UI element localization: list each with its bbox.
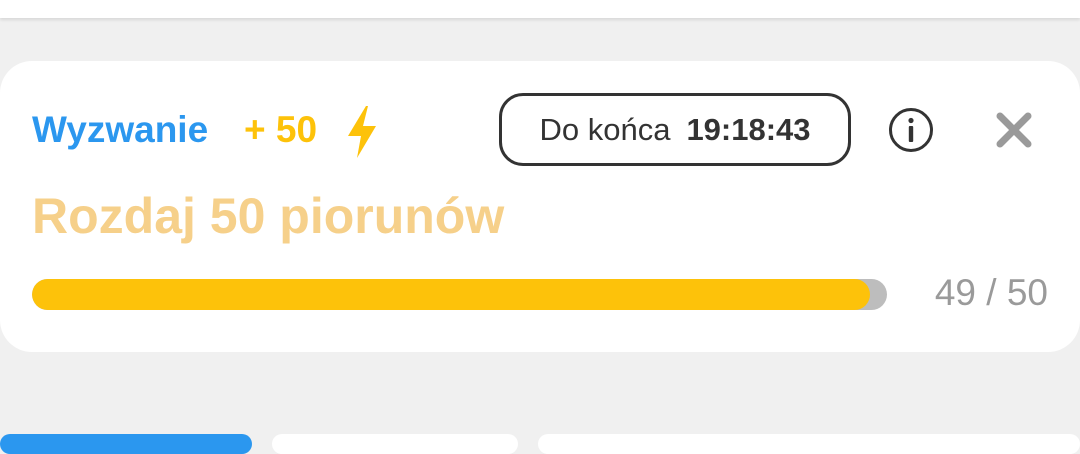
- points-reward: + 50: [244, 109, 318, 150]
- top-bar: [0, 0, 1080, 18]
- close-icon[interactable]: [995, 111, 1033, 149]
- timer-label: Do końca: [539, 111, 671, 147]
- progress-fill: [32, 279, 870, 310]
- task-title: Rozdaj 50 piorunów: [32, 188, 505, 244]
- tab-third[interactable]: [538, 434, 1080, 454]
- progress-bar: [32, 279, 887, 310]
- progress-total: 50: [1006, 272, 1048, 313]
- tab-active[interactable]: [0, 434, 252, 454]
- progress-separator: /: [986, 272, 997, 313]
- challenge-label: Wyzwanie: [32, 109, 209, 150]
- lightning-bolt-icon: [348, 106, 376, 158]
- progress-counter: 49 / 50: [918, 272, 1048, 314]
- timer-value: 19:18:43: [686, 111, 811, 147]
- countdown-timer: Do końca 19:18:43: [499, 93, 851, 166]
- progress-current: 49: [934, 272, 976, 313]
- info-icon[interactable]: [888, 107, 934, 153]
- tab-second[interactable]: [272, 434, 518, 454]
